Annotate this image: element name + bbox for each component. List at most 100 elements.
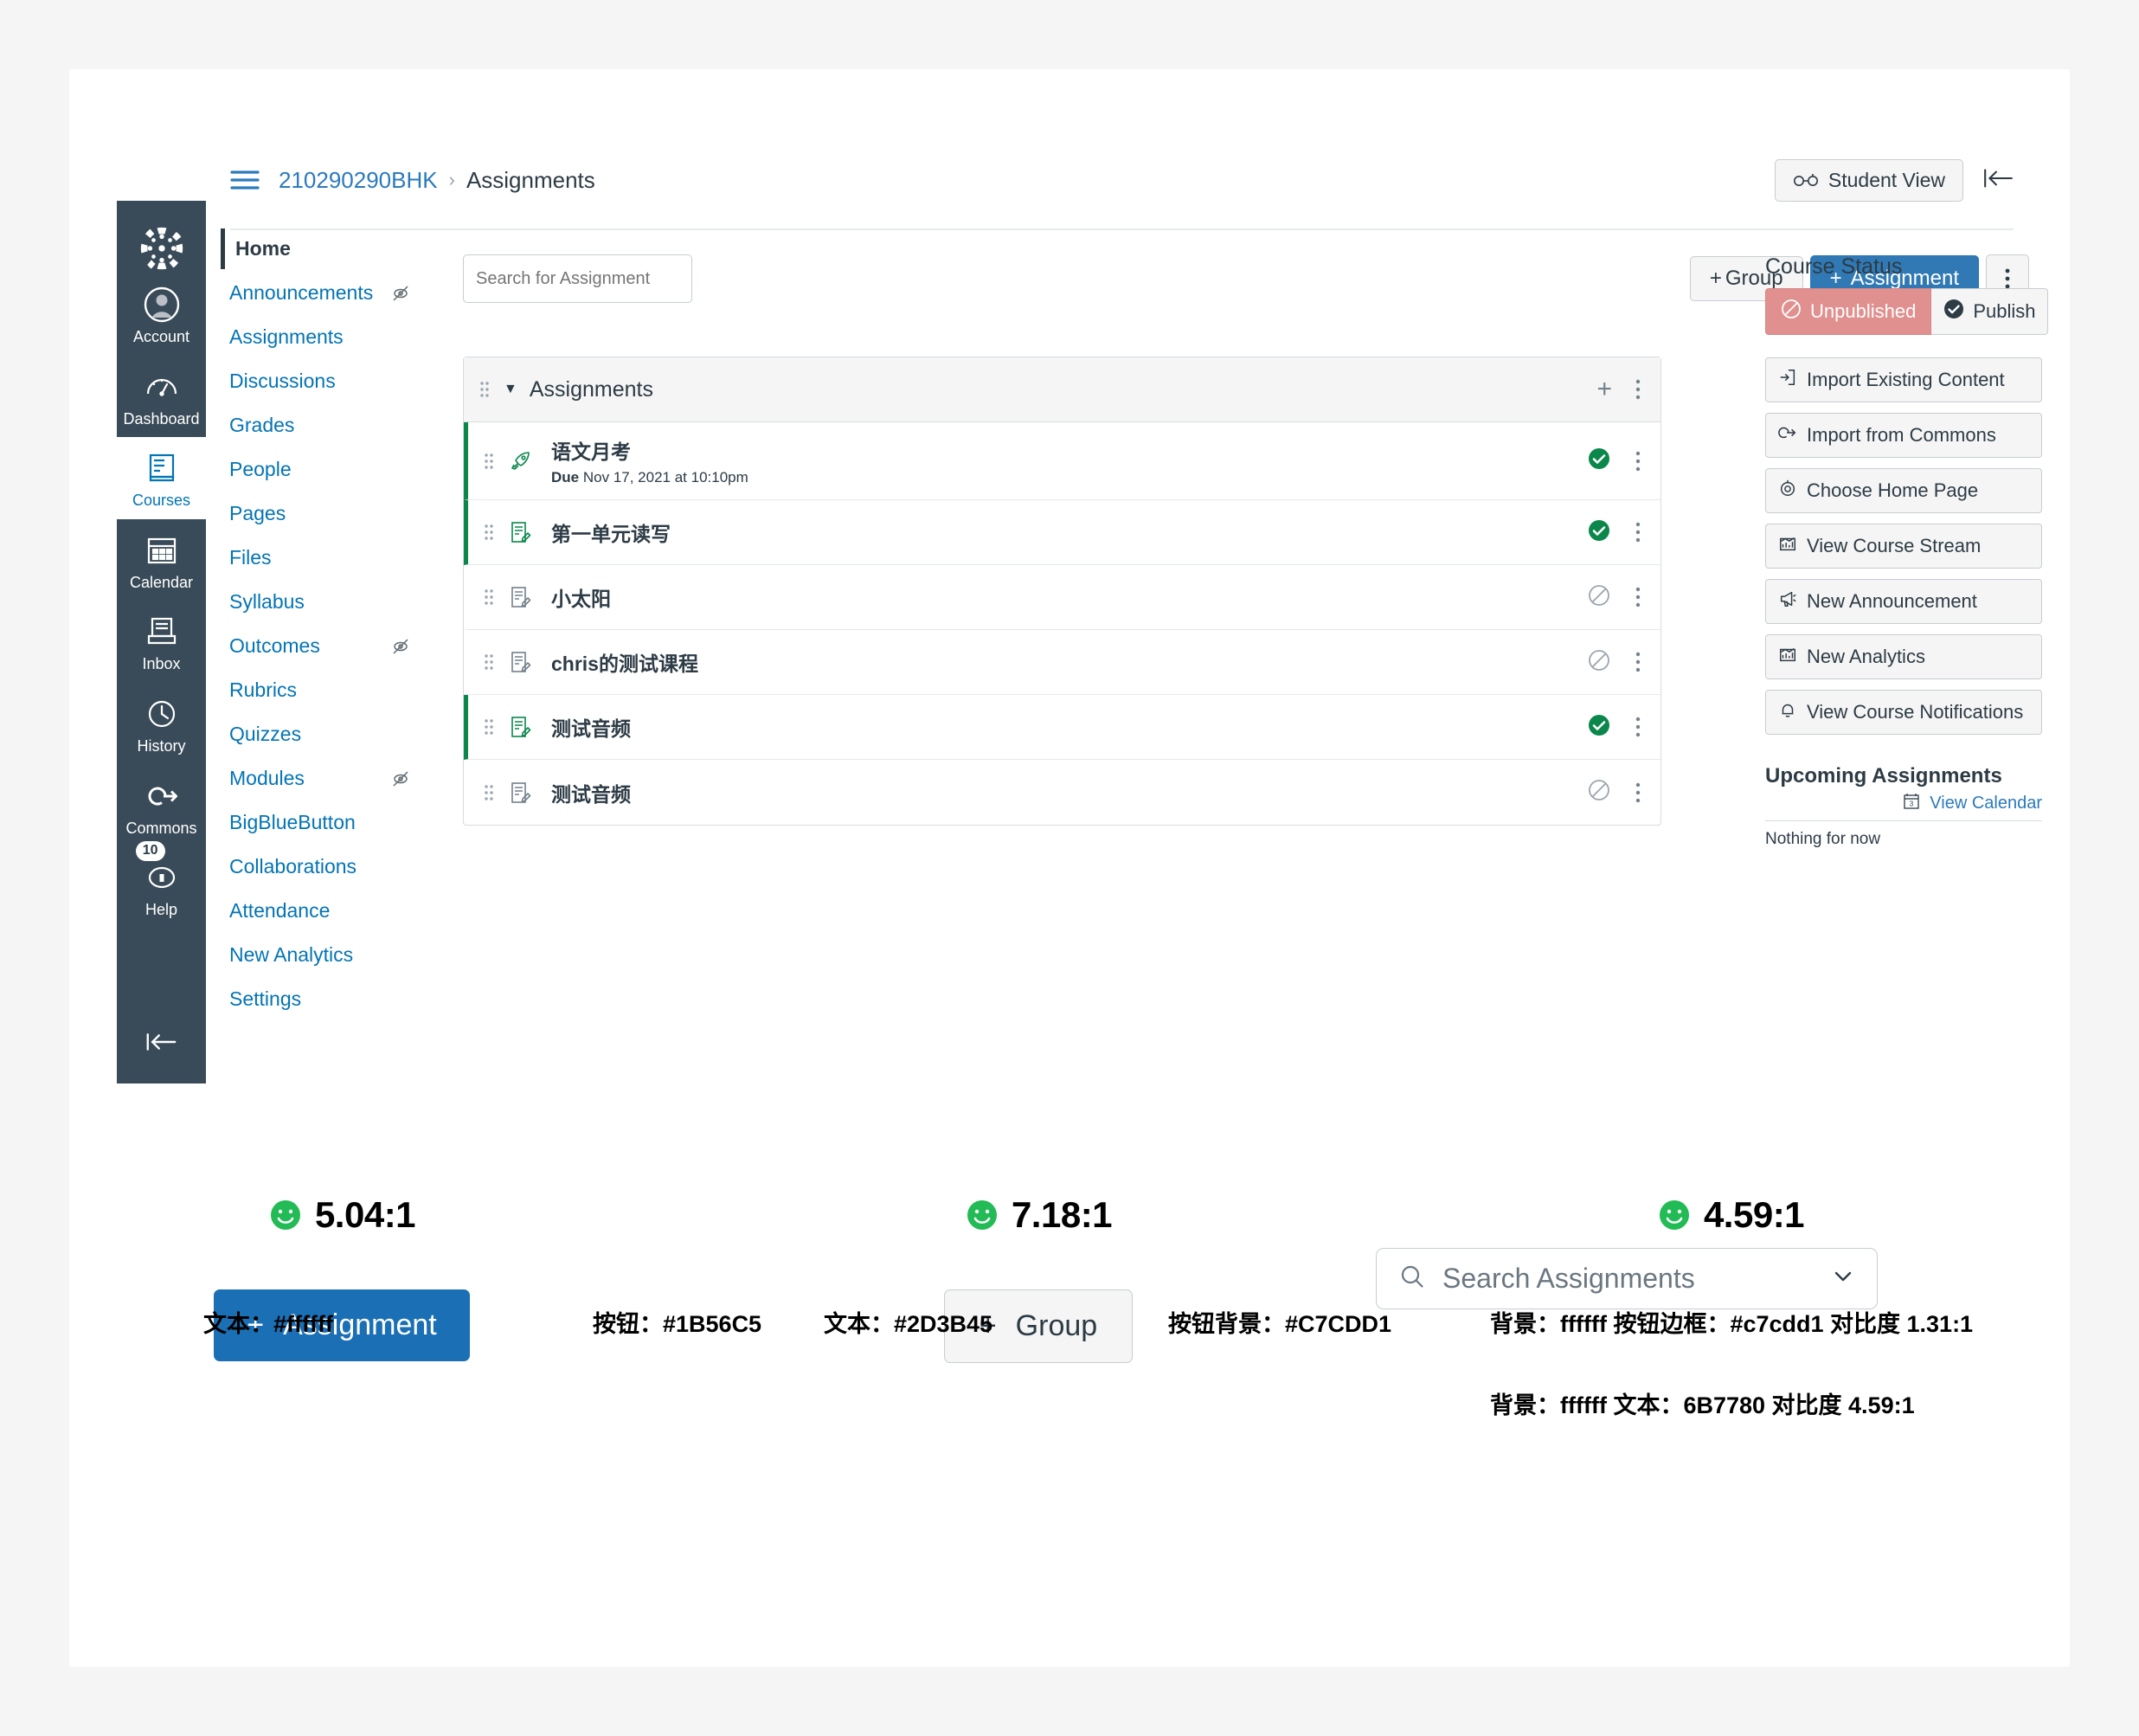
publish-button[interactable]: Publish [1931, 288, 2049, 335]
assignment-row-text: 语文月考 Due Nov 17, 2021 at 10:10pm [551, 435, 748, 486]
course-nav-item-rubrics[interactable]: Rubrics [221, 670, 411, 710]
global-nav-item-commons[interactable]: Commons [117, 765, 206, 847]
chevron-down-icon[interactable] [1832, 1265, 1854, 1292]
assignment-row-actions [1588, 649, 1641, 676]
course-nav-label[interactable]: Rubrics [229, 678, 297, 702]
course-nav-item-home[interactable]: Home [221, 228, 411, 269]
more-vertical-icon[interactable] [1635, 650, 1641, 674]
drag-handle-icon[interactable] [484, 715, 494, 739]
course-nav-item-modules[interactable]: Modules [221, 758, 411, 799]
collapse-left-icon[interactable] [1982, 168, 2014, 193]
global-nav-item-calendar[interactable]: Calendar [117, 519, 206, 601]
course-nav-item-quizzes[interactable]: Quizzes [221, 714, 411, 755]
plus-icon[interactable]: + [1596, 376, 1612, 402]
more-vertical-icon[interactable] [1635, 449, 1641, 473]
course-nav-item-files[interactable]: Files [221, 537, 411, 578]
eye-slash-icon [390, 636, 411, 657]
drag-handle-icon[interactable] [484, 449, 494, 473]
drag-handle-icon[interactable] [484, 781, 494, 805]
check-circle-icon[interactable] [1588, 714, 1610, 741]
view-calendar-link[interactable]: View Calendar [1930, 794, 2042, 813]
course-nav-label[interactable]: BigBlueButton [229, 811, 356, 834]
course-nav-item-outcomes[interactable]: Outcomes [221, 626, 411, 666]
drag-handle-icon[interactable] [479, 377, 490, 402]
course-nav-label[interactable]: Outcomes [229, 634, 320, 658]
global-nav-item-history[interactable]: History [117, 683, 206, 765]
global-nav-item-dashboard[interactable]: Dashboard [117, 356, 206, 438]
global-nav-item-courses[interactable]: Courses [117, 437, 206, 519]
no-entry-icon[interactable] [1588, 779, 1610, 806]
global-nav-item-help[interactable]: Help 10 [135, 841, 181, 929]
course-nav-label[interactable]: Modules [229, 767, 305, 790]
rocket-icon [508, 449, 532, 473]
note-text-white: 文本：#ffffff [203, 1311, 333, 1337]
course-nav-label[interactable]: Pages [229, 502, 286, 525]
drag-handle-icon[interactable] [484, 520, 494, 544]
assignment-row[interactable]: chris的测试课程 [464, 630, 1660, 695]
course-nav-item-new-analytics[interactable]: New Analytics [221, 935, 411, 975]
course-nav-label[interactable]: Announcements [229, 281, 373, 305]
course-nav-item-collaborations[interactable]: Collaborations [221, 846, 411, 887]
course-nav-label[interactable]: Home [235, 237, 291, 260]
import-existing-content-button[interactable]: Import Existing Content [1765, 357, 2042, 402]
course-nav-item-bigbluebutton[interactable]: BigBlueButton [221, 802, 411, 843]
hamburger-icon[interactable] [230, 169, 260, 191]
import-from-commons-button[interactable]: Import from Commons [1765, 413, 2042, 458]
course-nav-item-assignments[interactable]: Assignments [221, 317, 411, 357]
course-nav-item-pages[interactable]: Pages [221, 493, 411, 534]
assignment-row[interactable]: 测试音频 [464, 760, 1660, 825]
no-entry-icon[interactable] [1588, 649, 1610, 676]
course-nav: Home Announcements Assignments Discussio… [221, 228, 411, 1023]
view-course-stream-button[interactable]: View Course Stream [1765, 524, 2042, 569]
course-nav-label[interactable]: Assignments [229, 325, 344, 349]
course-nav-label[interactable]: Quizzes [229, 723, 301, 746]
course-nav-item-syllabus[interactable]: Syllabus [221, 582, 411, 622]
global-nav-item-inbox[interactable]: Inbox [117, 601, 206, 683]
demo-search-field[interactable]: Search Assignments [1376, 1248, 1878, 1309]
choose-home-page-button[interactable]: Choose Home Page [1765, 468, 2042, 513]
more-vertical-icon[interactable] [1635, 585, 1641, 609]
check-circle-icon[interactable] [1588, 519, 1610, 546]
drag-handle-icon[interactable] [484, 585, 494, 609]
no-entry-icon[interactable] [1588, 584, 1610, 611]
course-nav-item-settings[interactable]: Settings [221, 979, 411, 1019]
course-nav-label[interactable]: Attendance [229, 899, 330, 923]
course-nav-label[interactable]: Collaborations [229, 855, 356, 878]
course-nav-item-people[interactable]: People [221, 449, 411, 490]
course-nav-label[interactable]: New Analytics [229, 943, 353, 967]
course-nav-label[interactable]: Files [229, 546, 272, 569]
more-vertical-icon[interactable] [1635, 520, 1641, 544]
global-nav-item-account[interactable]: Account [117, 273, 206, 356]
unpublished-button[interactable]: Unpublished [1765, 288, 1932, 335]
breadcrumb-course-link[interactable]: 210290290BHK [279, 167, 438, 194]
collapse-nav-icon[interactable] [143, 1031, 181, 1058]
course-nav-label[interactable]: People [229, 458, 292, 481]
course-nav-item-announcements[interactable]: Announcements [221, 273, 411, 313]
assignment-row[interactable]: 小太阳 [464, 565, 1660, 630]
more-vertical-icon[interactable] [1635, 781, 1641, 805]
student-view-button[interactable]: Student View [1774, 158, 1963, 202]
drag-handle-icon[interactable] [484, 650, 494, 674]
user-icon [143, 286, 181, 324]
assignment-row[interactable]: 第一单元读写 [464, 500, 1660, 565]
global-nav-label: Help [145, 901, 178, 919]
topbar-right: Student View [1774, 158, 2029, 202]
view-course-notifications-button[interactable]: View Course Notifications [1765, 690, 2042, 735]
assignment-row[interactable]: 测试音频 [464, 695, 1660, 760]
check-circle-icon[interactable] [1588, 447, 1610, 474]
more-vertical-icon[interactable] [1635, 715, 1641, 739]
course-nav-label[interactable]: Discussions [229, 370, 336, 393]
assignment-group-header[interactable]: ▼ Assignments + [464, 357, 1660, 422]
course-nav-item-attendance[interactable]: Attendance [221, 891, 411, 931]
search-input[interactable] [463, 254, 692, 303]
more-vertical-icon[interactable] [1635, 377, 1641, 402]
course-nav-item-discussions[interactable]: Discussions [221, 361, 411, 402]
course-nav-item-grades[interactable]: Grades [221, 405, 411, 446]
course-nav-label[interactable]: Settings [229, 987, 301, 1011]
course-nav-label[interactable]: Syllabus [229, 590, 305, 614]
assignment-row[interactable]: 语文月考 Due Nov 17, 2021 at 10:10pm [464, 422, 1660, 500]
caret-down-icon[interactable]: ▼ [504, 382, 517, 397]
course-nav-label[interactable]: Grades [229, 414, 294, 437]
new-analytics-button[interactable]: New Analytics [1765, 634, 2042, 679]
new-announcement-button[interactable]: New Announcement [1765, 579, 2042, 624]
